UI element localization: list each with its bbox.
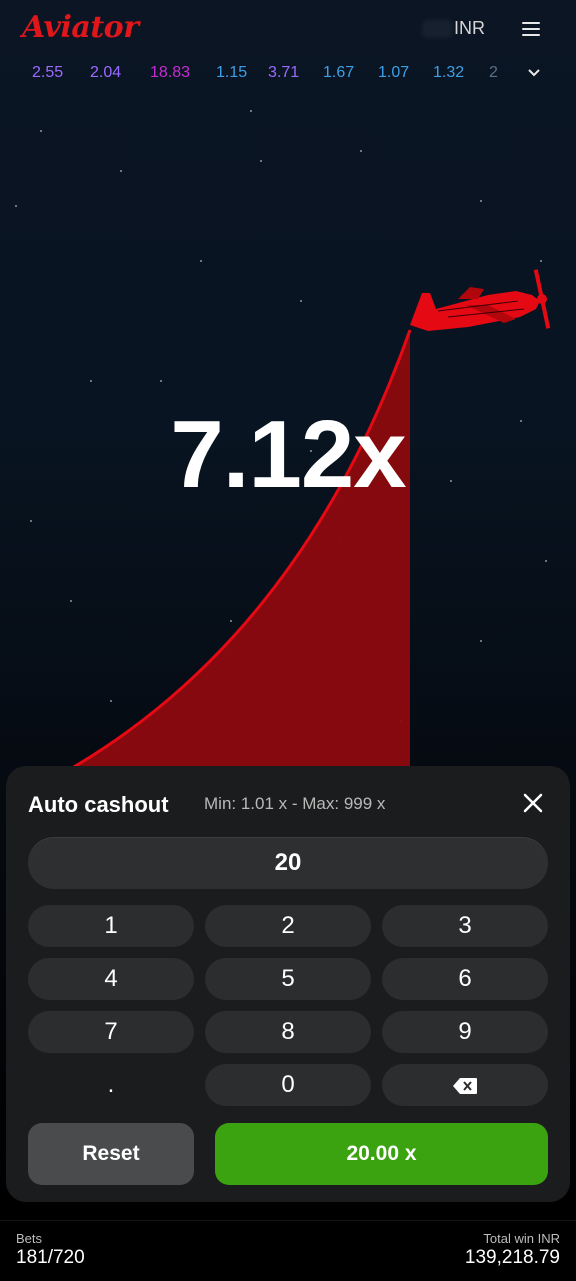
- bets-label: Bets: [16, 1231, 43, 1246]
- key-7[interactable]: 7: [28, 1011, 194, 1053]
- cashout-range: Min: 1.01 x - Max: 999 x: [204, 794, 386, 813]
- history-multiplier: 1.67: [323, 64, 355, 81]
- top-bar: Aviator INR: [0, 0, 576, 58]
- current-multiplier: 7.12x: [170, 401, 406, 508]
- currency-label: INR: [454, 18, 485, 38]
- history-multiplier: 18.83: [150, 64, 191, 81]
- key-2[interactable]: 2: [205, 905, 371, 947]
- key-1[interactable]: 1: [28, 905, 194, 947]
- history-multiplier: 1.15: [216, 64, 248, 81]
- aviator-logo: Aviator: [22, 10, 139, 45]
- backspace-icon[interactable]: [382, 1064, 548, 1106]
- key-3[interactable]: 3: [382, 905, 548, 947]
- total-win-value: 139,218.79: [464, 1247, 560, 1268]
- key-9[interactable]: 9: [382, 1011, 548, 1053]
- auto-cashout-panel: Auto cashout Min: 1.01 x - Max: 999 x 20…: [6, 766, 570, 1202]
- key-5[interactable]: 5: [205, 958, 371, 1000]
- history-multiplier: 2: [489, 64, 498, 81]
- bets-count: 181/720: [16, 1247, 85, 1268]
- history-multiplier: 1.07: [378, 64, 410, 81]
- key-8[interactable]: 8: [205, 1011, 371, 1053]
- chevron-down-icon[interactable]: [524, 62, 544, 82]
- key-0[interactable]: 0: [205, 1064, 371, 1106]
- cashout-value-field[interactable]: 20: [28, 837, 548, 889]
- close-icon[interactable]: [522, 792, 544, 814]
- key-decimal[interactable]: .: [28, 1064, 194, 1106]
- airplane-icon: [408, 265, 560, 342]
- history-multiplier: 3.71: [268, 64, 300, 81]
- history-multiplier: 2.04: [90, 64, 122, 81]
- confirm-cashout-button[interactable]: 20.00 x: [215, 1123, 548, 1185]
- history-multiplier: 2.55: [32, 64, 64, 81]
- auto-cashout-title: Auto cashout: [28, 792, 169, 817]
- bets-footer: Bets 181/720 Total win INR 139,218.79: [0, 1220, 576, 1281]
- balance-value: [422, 20, 452, 38]
- total-win-label: Total win INR: [483, 1231, 560, 1246]
- history-multiplier: 1.32: [433, 64, 465, 81]
- hamburger-menu-icon[interactable]: [522, 20, 544, 38]
- key-4[interactable]: 4: [28, 958, 194, 1000]
- key-6[interactable]: 6: [382, 958, 548, 1000]
- reset-button[interactable]: Reset: [28, 1123, 194, 1185]
- multiplier-history: 2.55 2.04 18.83 1.15 3.71 1.67 1.07 1.32 2: [0, 64, 576, 88]
